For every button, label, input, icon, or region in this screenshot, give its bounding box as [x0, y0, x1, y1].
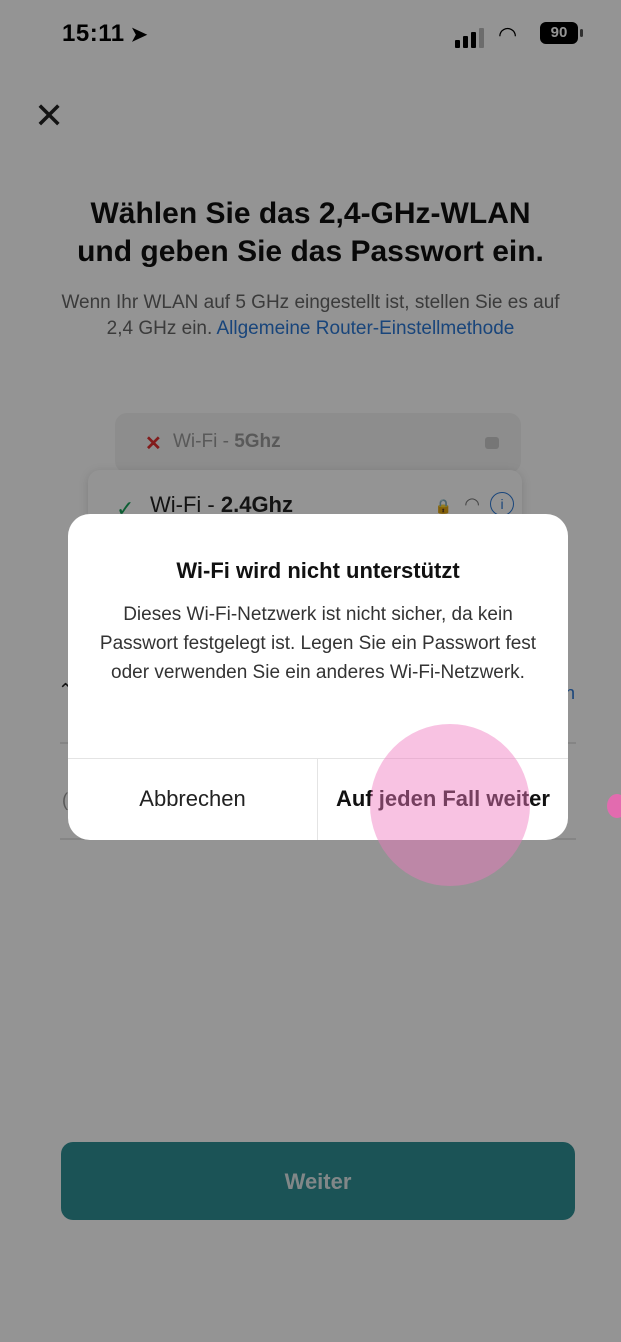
- cancel-button[interactable]: Abbrechen: [68, 759, 317, 840]
- touch-indicator: [370, 724, 530, 886]
- dialog-title: Wi-Fi wird nicht unterstützt: [176, 558, 460, 583]
- screen: 15:11 ➤ ◠ 90 ✕ Wählen Sie das 2,4-GHz-WLA…: [0, 0, 621, 1342]
- dialog-message: Dieses Wi-Fi-Netzwerk ist nicht sicher, …: [99, 604, 537, 683]
- touch-indicator-dot: [607, 794, 621, 818]
